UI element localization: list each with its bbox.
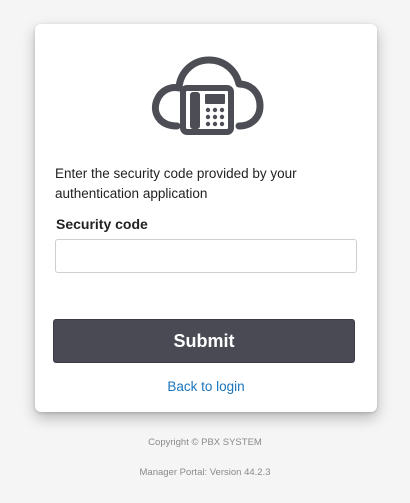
instructions-text: Enter the security code provided by your… bbox=[55, 166, 297, 201]
copyright-text: Copyright © PBX SYSTEM bbox=[148, 437, 262, 448]
cloud-phone-icon bbox=[151, 56, 264, 135]
submit-button[interactable]: Submit bbox=[53, 319, 355, 363]
login-card: Enter the security code provided by your… bbox=[35, 24, 377, 412]
security-code-input[interactable] bbox=[55, 239, 357, 273]
security-code-label: Security code bbox=[56, 216, 148, 232]
version-text: Manager Portal: Version 44.2.3 bbox=[139, 467, 271, 478]
back-to-login-link[interactable]: Back to login bbox=[35, 379, 377, 394]
